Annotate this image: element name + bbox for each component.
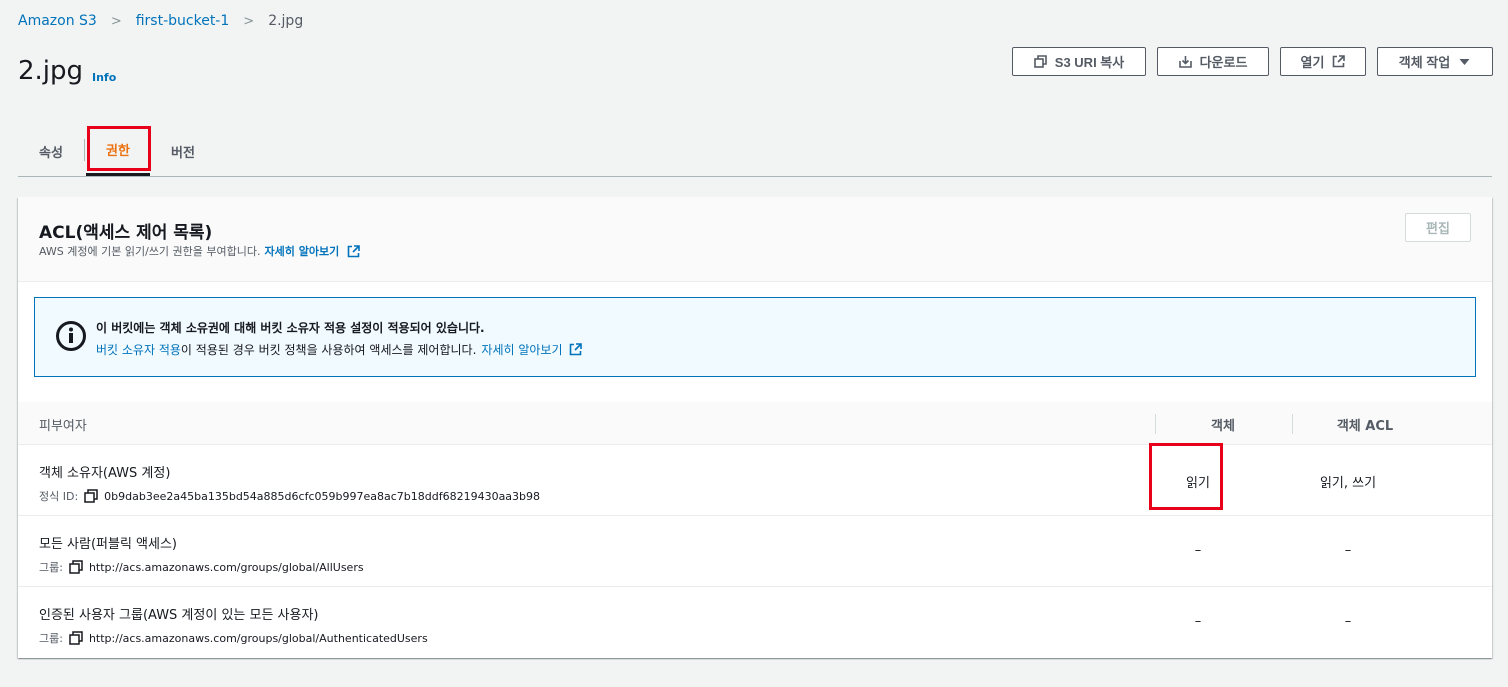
grantee-id: 그룹: http://acs.amazonaws.com/groups/glob… bbox=[39, 630, 428, 646]
alert-learn-more-link[interactable]: 자세히 알아보기 bbox=[481, 341, 562, 358]
object-acl-permission: 읽기, 쓰기 bbox=[1319, 476, 1377, 491]
grantee-name: 모든 사람(퍼블릭 액세스) bbox=[39, 537, 178, 552]
tab-bar: 속성 권한 버전 bbox=[18, 126, 1492, 177]
acl-panel-header: ACL(액세스 제어 목록) AWS 계정에 기본 읽기/쓰기 권한을 부여합니… bbox=[18, 197, 1492, 282]
download-icon bbox=[1178, 55, 1192, 68]
breadcrumb: Amazon S3 > first-bucket-1 > 2.jpg bbox=[18, 13, 303, 29]
copy-icon[interactable] bbox=[84, 489, 98, 503]
tab-properties[interactable]: 속성 bbox=[18, 126, 84, 176]
grantee-id-value: http://acs.amazonaws.com/groups/global/A… bbox=[88, 631, 428, 645]
grantee-id-label: 그룹: bbox=[39, 561, 63, 574]
acl-panel: ACL(액세스 제어 목록) AWS 계정에 기본 읽기/쓰기 권한을 부여합니… bbox=[18, 197, 1492, 658]
page-title: 2.jpg bbox=[18, 56, 84, 86]
column-header-object-acl: 객체 ACL bbox=[1336, 419, 1394, 434]
grantee-name: 객체 소유자(AWS 계정) bbox=[39, 466, 171, 481]
object-actions-label: 객체 작업 bbox=[1398, 55, 1451, 70]
highlight-box-permissions-tab bbox=[87, 126, 151, 171]
grantee-id-label: 그룹: bbox=[39, 632, 63, 645]
grantee-id-label: 정식 ID: bbox=[39, 490, 79, 503]
acl-learn-more-link[interactable]: 자세히 알아보기 bbox=[265, 243, 340, 259]
copy-icon bbox=[1033, 55, 1047, 68]
acl-description-text: AWS 계정에 기본 읽기/쓰기 권한을 부여합니다. bbox=[39, 245, 261, 258]
edit-button[interactable]: 편집 bbox=[1405, 213, 1471, 242]
column-divider bbox=[1155, 414, 1156, 434]
chevron-right-icon: > bbox=[110, 13, 122, 29]
breadcrumb-current: 2.jpg bbox=[268, 13, 304, 29]
external-link-icon bbox=[569, 343, 582, 356]
info-link[interactable]: Info bbox=[92, 71, 116, 84]
table-row: 인증된 사용자 그룹(AWS 계정이 있는 모든 사용자) 그룹: http:/… bbox=[18, 587, 1492, 658]
acl-table: 피부여자 객체 객체 ACL 객체 소유자(AWS 계정) 정식 ID: 0b9… bbox=[18, 402, 1492, 658]
alert-body-text: 이 적용된 경우 버킷 정책을 사용하여 액세스를 제어합니다. bbox=[180, 343, 477, 357]
breadcrumb-bucket[interactable]: first-bucket-1 bbox=[136, 13, 230, 29]
object-actions-dropdown[interactable]: 객체 작업 bbox=[1377, 47, 1493, 76]
grantee-id-value: 0b9dab3ee2a45ba135bd54a885d6cfc059b997ea… bbox=[104, 489, 541, 503]
object-actions-toolbar: S3 URI 복사 다운로드 열기 객체 작업 bbox=[1012, 47, 1493, 76]
tab-divider bbox=[84, 139, 85, 161]
acl-description: AWS 계정에 기본 읽기/쓰기 권한을 부여합니다. 자세히 알아보기 bbox=[39, 243, 360, 259]
breadcrumb-amazon-s3[interactable]: Amazon S3 bbox=[18, 13, 97, 29]
copy-icon[interactable] bbox=[69, 560, 83, 574]
column-header-grantee: 피부여자 bbox=[39, 419, 87, 434]
table-row: 객체 소유자(AWS 계정) 정식 ID: 0b9dab3ee2a45ba135… bbox=[18, 445, 1492, 516]
object-permission: – bbox=[1194, 614, 1202, 629]
download-label: 다운로드 bbox=[1199, 55, 1248, 70]
grantee-id-value: http://acs.amazonaws.com/groups/global/A… bbox=[88, 560, 364, 574]
table-header: 피부여자 객체 객체 ACL bbox=[18, 402, 1492, 445]
open-label: 열기 bbox=[1300, 55, 1325, 70]
copy-icon[interactable] bbox=[69, 631, 83, 645]
download-button[interactable]: 다운로드 bbox=[1157, 47, 1269, 76]
column-header-object: 객체 bbox=[1211, 419, 1235, 434]
grantee-id: 그룹: http://acs.amazonaws.com/groups/glob… bbox=[39, 559, 364, 575]
object-permission: – bbox=[1194, 543, 1202, 558]
grantee-name: 인증된 사용자 그룹(AWS 계정이 있는 모든 사용자) bbox=[39, 608, 319, 623]
open-button[interactable]: 열기 bbox=[1280, 47, 1366, 76]
alert-body: 버킷 소유자 적용 이 적용된 경우 버킷 정책을 사용하여 액세스를 제어합니… bbox=[96, 341, 582, 358]
info-icon bbox=[55, 320, 87, 352]
grantee-id: 정식 ID: 0b9dab3ee2a45ba135bd54a885d6cfc05… bbox=[39, 488, 540, 504]
table-row: 모든 사람(퍼블릭 액세스) 그룹: http://acs.amazonaws.… bbox=[18, 516, 1492, 587]
bucket-owner-enforced-link[interactable]: 버킷 소유자 적용 bbox=[96, 341, 181, 358]
caret-down-icon bbox=[1458, 55, 1471, 68]
info-alert: 이 버킷에는 객체 소유권에 대해 버킷 소유자 적용 설정이 적용되어 있습니… bbox=[34, 297, 1476, 377]
copy-s3-uri-button[interactable]: S3 URI 복사 bbox=[1012, 47, 1146, 76]
alert-title: 이 버킷에는 객체 소유권에 대해 버킷 소유자 적용 설정이 적용되어 있습니… bbox=[96, 321, 485, 335]
tab-versions[interactable]: 버전 bbox=[150, 126, 216, 176]
external-link-icon bbox=[347, 244, 360, 258]
copy-s3-uri-label: S3 URI 복사 bbox=[1054, 55, 1125, 70]
acl-title: ACL(액세스 제어 목록) bbox=[39, 223, 213, 243]
object-acl-permission: – bbox=[1344, 543, 1352, 558]
highlight-box-object-read bbox=[1149, 443, 1223, 510]
external-link-icon bbox=[1332, 55, 1346, 68]
object-acl-permission: – bbox=[1344, 614, 1352, 629]
chevron-right-icon: > bbox=[243, 13, 255, 29]
